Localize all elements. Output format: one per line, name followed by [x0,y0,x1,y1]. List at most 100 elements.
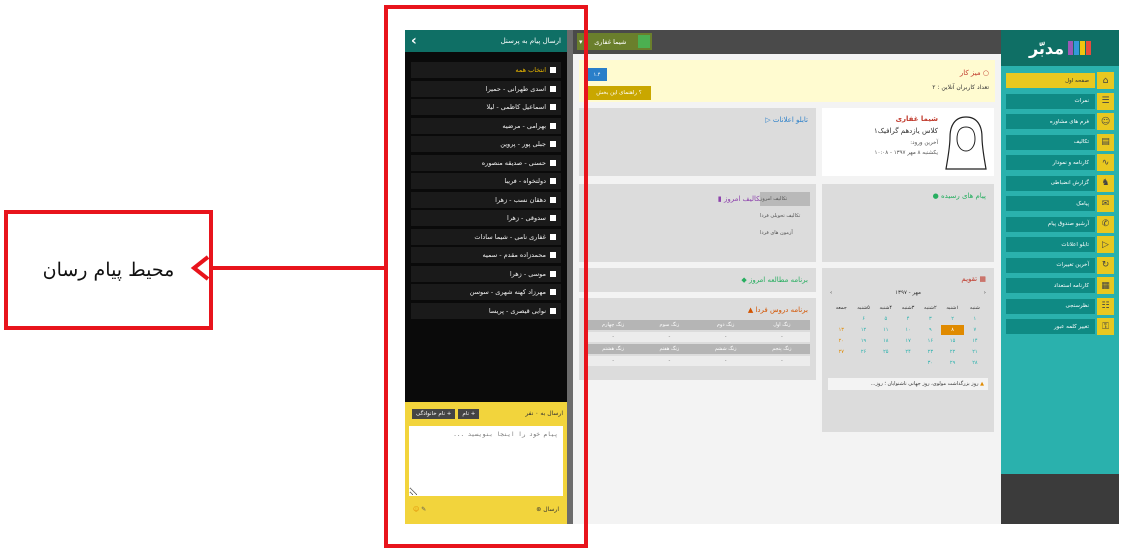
calendar-day[interactable]: ۲۵ [875,347,897,357]
calendar-week-row: ۲۸ ۲۹ ۳۰ [830,358,986,368]
calendar-day[interactable]: ۴ [897,314,919,324]
sidebar-item-talent[interactable]: ▦ کارنامه استعداد [1006,277,1114,295]
calendar-week-row: ۷ ۸ ۹ ۱۰ ۱۱ ۱۲ ۱۳ [830,325,986,335]
study-plan-card: برنامه مطالعه امروز ◆ [579,268,816,292]
recipient-item[interactable]: سدوقی - زهرا [411,210,561,226]
recipient-item[interactable]: حسنی - صدیقه منصوره [411,154,561,171]
calendar-day[interactable]: ۷ [964,325,986,335]
checkbox-icon[interactable] [550,252,556,258]
sidebar: ⌂ صفحه اول ☰ نمرات ☺ فرم های مشاوره ▤ تکالیف… [1001,66,1119,474]
recipient-item[interactable]: دهقان نسب - زهرا [411,191,561,208]
checkbox-icon[interactable] [550,307,556,314]
checkbox-icon[interactable] [550,270,556,277]
next-month-button[interactable]: › [984,290,986,296]
app-logo[interactable]: مدبّر [1001,30,1119,66]
send-button[interactable]: ارسال ⊛ [536,506,559,513]
emoji-icon[interactable]: ☺ [413,506,419,513]
help-button[interactable]: ؟ راهنمای این بخش [587,86,651,100]
recipient-item[interactable]: مهرزاد کهنه شهری - سوسن [411,284,561,300]
calendar-day[interactable]: ۲۰ [830,336,852,346]
task-tabs: تکالیف امروز تکالیف تحویلی فردا آزمون ها… [760,192,810,243]
chevron-left-icon[interactable]: ‹ [411,34,417,48]
calendar-day[interactable]: ۵ [875,314,897,324]
chevron-down-icon[interactable]: ▾ [579,38,583,46]
calendar-day[interactable]: ۱۳ [830,325,852,335]
calendar-day[interactable]: ۱۵ [941,336,963,346]
checkbox-icon[interactable] [550,289,556,295]
prev-month-button[interactable]: ‹ [830,290,832,296]
checkbox-icon[interactable] [550,196,556,203]
user-menu[interactable]: شیما غفاری ▾ [577,33,652,50]
received-messages-card: پیام های رسیده ● [822,184,994,262]
sidebar-item-password[interactable]: ⚿ تغییر کلمه عبور [1006,318,1114,336]
recipient-item[interactable]: دولتخواه - فریبا [411,173,561,189]
sidebar-item-reportcard[interactable]: ∿ کارنامه و نمودار [1006,154,1114,172]
recipient-item[interactable]: جبلی پور - پروین [411,136,561,152]
sidebar-item-counseling[interactable]: ☺ فرم های مشاوره [1006,113,1114,131]
sidebar-item-homework[interactable]: ▤ تکالیف [1006,133,1114,152]
calendar-day[interactable]: ۳۰ [919,358,941,368]
recipient-item[interactable]: غفاری نامی - شیما سادات [411,228,561,245]
recipient-item[interactable]: اسماعیل کاظمی - لیلا [411,99,561,115]
sidebar-item-inbox-archive[interactable]: ✆ آرشیو صندوق پیام [1006,215,1114,234]
tab-tomorrow-exams[interactable]: آزمون های فردا [760,226,810,240]
sidebar-item-sms[interactable]: ✉ پیامک [1006,195,1114,213]
today-tasks-card: تکالیف امروز ▮ تکالیف امروز تکالیف تحویل… [579,184,816,262]
calendar-day[interactable]: ۲ [941,314,963,324]
tab-tomorrow-due[interactable]: تکالیف تحویلی فردا [760,209,810,223]
calendar-day[interactable]: ۱ [964,314,986,324]
calendar-day[interactable]: ۲۱ [964,347,986,357]
checkbox-icon[interactable] [550,67,556,73]
select-all-checkbox[interactable]: انتخاب همه [411,62,561,78]
calendar-day[interactable]: ۱۴ [964,336,986,346]
sidebar-item-survey[interactable]: ☷ نظرسنجی [1006,297,1114,316]
message-icon: ✆ [1097,215,1114,233]
calendar-day[interactable]: ۳ [919,314,941,324]
calendar-day[interactable]: ۲۶ [852,347,874,357]
calendar-day[interactable]: ۱۲ [852,325,874,335]
checkbox-icon[interactable] [550,85,556,92]
calendar-day[interactable]: ۶ [852,314,874,324]
calendar-day[interactable]: ۲۲ [941,347,963,357]
checkbox-icon[interactable] [550,159,556,166]
recipient-item[interactable]: محمدزاده مقدم - سمیه [411,247,561,263]
insert-family-button[interactable]: + نام خانوادگی [412,408,456,419]
calendar-day[interactable]: ۱۷ [897,336,919,346]
sidebar-item-notice-board[interactable]: ▷ تابلو اعلانات [1006,236,1114,254]
sidebar-item-changes[interactable]: ↻ آخرین تغییرات [1006,256,1114,275]
checkbox-icon[interactable] [550,122,556,129]
calendar-day[interactable]: ۲۹ [941,358,963,368]
calendar-day[interactable]: ۱۰ [897,325,919,335]
calendar-day[interactable]: ۲۴ [897,347,919,357]
sidebar-item-grades[interactable]: ☰ نمرات [1006,92,1114,111]
calendar-day[interactable]: ۱۱ [875,325,897,335]
recipient-item[interactable]: اسدی طهرانی - حمیرا [411,80,561,97]
recipient-item[interactable]: نوایی قیصری - پریسا [411,302,561,319]
calendar-day[interactable]: ۱۶ [919,336,941,346]
calendar-day[interactable]: ۱۸ [875,336,897,346]
recipient-item[interactable]: موسی - زهرا [411,265,561,282]
calendar-day[interactable]: ۹ [919,325,941,335]
megaphone-icon: ▷ [765,116,771,124]
calendar-week-row: ۱۲۳۴۵۶ [830,314,986,324]
send-count: ارسال به ۰ نفر [525,409,563,417]
checkbox-icon[interactable] [550,178,556,184]
checkbox-icon[interactable] [550,215,556,221]
recipient-item[interactable]: بهرامی - مرضیه [411,117,561,134]
calendar-day [875,358,897,368]
paperclip-icon[interactable]: ✎ [421,506,426,513]
calendar-day[interactable]: ۸ [941,325,964,335]
message-textarea[interactable] [409,426,563,496]
checkbox-icon[interactable] [550,104,556,110]
sidebar-item-home[interactable]: ⌂ صفحه اول [1006,72,1114,90]
calendar-day[interactable]: ۲۷ [830,347,852,357]
calendar-day[interactable]: ۱۹ [852,336,874,346]
tab-today-tasks[interactable]: تکالیف امروز [760,192,810,206]
checkbox-icon[interactable] [550,233,556,240]
calendar-day[interactable]: ۲۳ [919,347,941,357]
key-icon: ⚿ [1097,318,1114,336]
checkbox-icon[interactable] [550,141,556,147]
insert-name-button[interactable]: + نام [458,408,480,419]
calendar-day[interactable]: ۲۸ [964,358,986,368]
sidebar-item-discipline[interactable]: ♞ گزارش انضباطی [1006,174,1114,193]
